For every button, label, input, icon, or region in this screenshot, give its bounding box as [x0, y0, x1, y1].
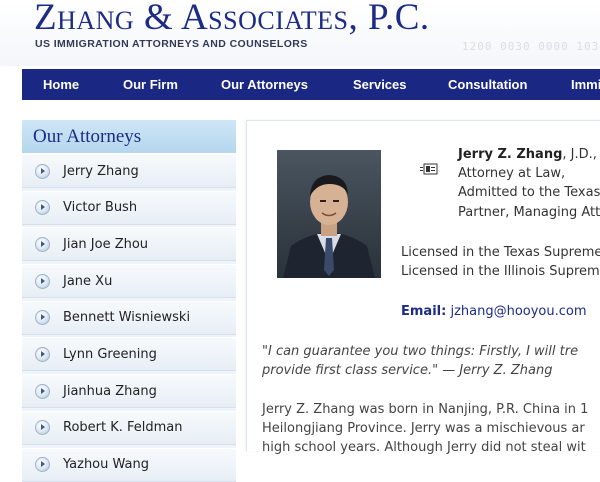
attorneys-sidebar: Our Attorneys Jerry Zhang Victor Bush Ji…: [22, 120, 236, 482]
nav-our-attorneys[interactable]: Our Attorneys: [221, 77, 308, 92]
arrow-bullet-icon: [35, 457, 50, 472]
nav-consultation[interactable]: Consultation: [448, 77, 527, 92]
arrow-bullet-icon: [35, 383, 50, 399]
arrow-bullet-icon: [35, 273, 50, 289]
sidebar-item-label: Jian Joe Zhou: [63, 236, 149, 252]
sidebar-item-label: Yazhou Wang: [63, 457, 149, 472]
sidebar-item-jianhua-zhang[interactable]: Jianhua Zhang: [22, 374, 236, 409]
attorney-name: Jerry Z. Zhang: [458, 147, 563, 162]
email-line: Email: jzhang@hooyou.com: [401, 304, 587, 319]
nav-home[interactable]: Home: [43, 77, 79, 92]
sidebar-item-label: Lynn Greening: [63, 346, 157, 362]
sidebar-item-robert-feldman[interactable]: Robert K. Feldman: [22, 410, 236, 445]
email-link[interactable]: jzhang@hooyou.com: [450, 304, 586, 319]
sidebar-item-jane-xu[interactable]: Jane Xu: [22, 264, 236, 299]
bio-line-1: Jerry Z. Zhang was born in Nanjing, P.R.…: [262, 402, 589, 417]
nav-immigration[interactable]: Immi: [571, 77, 600, 92]
site-header: Zhang & Associates, P.C. US IMMIGRATION …: [0, 0, 600, 66]
firm-tagline: US IMMIGRATION ATTORNEYS AND COUNSELORS: [35, 38, 308, 50]
sidebar-item-lynn-greening[interactable]: Lynn Greening: [22, 337, 236, 372]
sidebar-item-jerry-zhang[interactable]: Jerry Zhang: [22, 154, 236, 188]
vcard-icon[interactable]: [420, 163, 438, 175]
attorney-photo: [277, 150, 381, 278]
arrow-bullet-icon: [35, 163, 50, 179]
firm-logo-title[interactable]: Zhang & Associates, P.C.: [34, 0, 430, 42]
sidebar-item-label: Jane Xu: [63, 273, 113, 289]
sidebar-item-victor-bush[interactable]: Victor Bush: [22, 190, 236, 225]
sidebar-item-label: Jerry Zhang: [63, 163, 139, 179]
sidebar-item-label: Victor Bush: [63, 200, 138, 216]
attorney-admission: Admitted to the Texas: [458, 185, 600, 200]
attorney-title: Attorney at Law,: [458, 166, 566, 181]
attorney-degree: , J.D.,: [562, 147, 597, 162]
attorney-position: Partner, Managing Att: [458, 205, 600, 220]
bio-line-3: high school years. Although Jerry did no…: [262, 440, 586, 455]
sidebar-item-label: Bennett Wisniewski: [63, 310, 191, 326]
nav-services[interactable]: Services: [353, 77, 407, 92]
arrow-bullet-icon: [35, 346, 50, 362]
bio-line-2: Heilongjiang Province. Jerry was a misch…: [262, 421, 585, 436]
arrow-bullet-icon: [35, 310, 50, 326]
nav-our-firm[interactable]: Our Firm: [123, 77, 178, 92]
attorney-name-line: Jerry Z. Zhang, J.D.,: [458, 147, 597, 162]
sidebar-item-label: Robert K. Feldman: [63, 420, 183, 436]
arrow-bullet-icon: [35, 420, 50, 436]
sidebar-item-label: Jianhua Zhang: [63, 383, 157, 399]
license-illinois: Licensed in the Illinois Suprem: [401, 264, 600, 279]
quote-line-2: provide first class service." — Jerry Z.…: [262, 363, 553, 378]
arrow-bullet-icon: [35, 236, 50, 252]
main-nav: Home Our Firm Our Attorneys Services Con…: [22, 69, 600, 100]
sidebar-item-jian-joe-zhou[interactable]: Jian Joe Zhou: [22, 227, 236, 262]
sidebar-item-bennett-wisniewski[interactable]: Bennett Wisniewski: [22, 300, 236, 335]
quote-line-1: "I can guarantee you two things: Firstly…: [262, 344, 579, 359]
sidebar-item-yazhou-wang[interactable]: Yazhou Wang: [22, 447, 236, 482]
license-texas: Licensed in the Texas Supreme: [401, 245, 600, 260]
arrow-bullet-icon: [35, 200, 50, 216]
header-watermark: 1200 0030 0000 1034: [462, 40, 600, 53]
portrait-illustration: [277, 150, 381, 278]
sidebar-title: Our Attorneys: [22, 120, 236, 154]
email-label: Email:: [401, 304, 447, 319]
